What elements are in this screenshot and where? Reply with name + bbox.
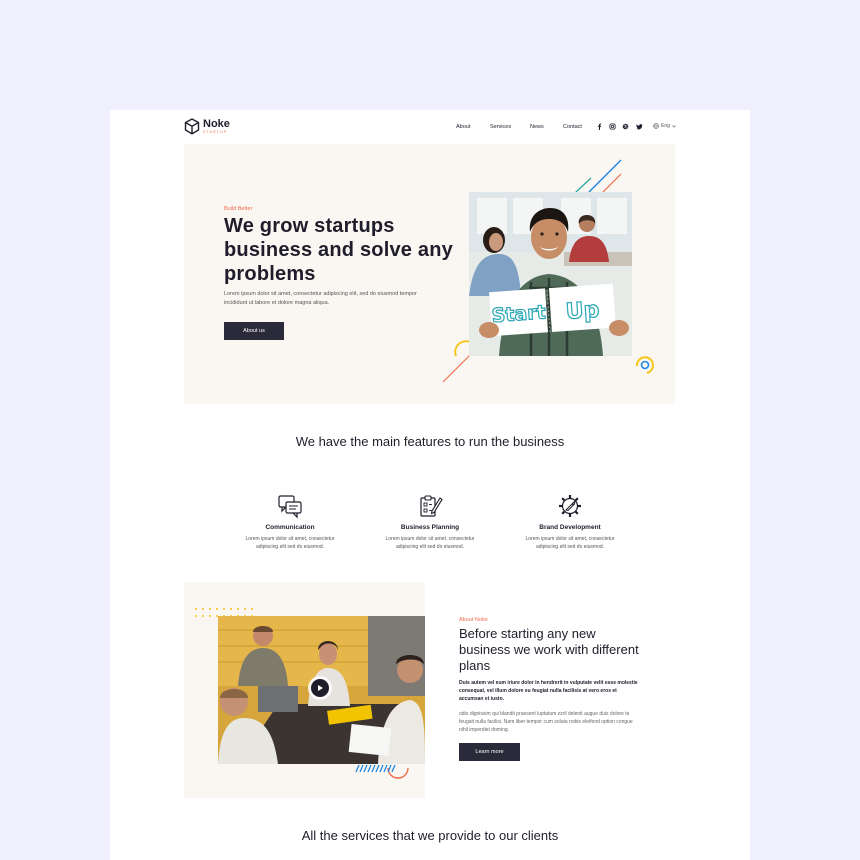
feature-text: Lorem ipsum dolor sit amet, consectetur …	[385, 536, 475, 550]
play-video-button[interactable]	[308, 676, 332, 700]
site-header: Noke STARTUP About Services News Contact	[110, 110, 750, 144]
feature-title: Brand Development	[539, 524, 601, 531]
instagram-icon[interactable]	[609, 123, 616, 130]
feature-title: Business Planning	[400, 524, 460, 531]
decorative-ring	[635, 356, 654, 374]
about-paragraph-1: Duis autem vel eum iriure dolor in hendr…	[459, 680, 638, 702]
twitter-icon[interactable]	[636, 123, 643, 130]
learn-more-button[interactable]: Learn more	[459, 743, 520, 761]
sign-start-text: Start	[491, 301, 546, 327]
hero-eyebrow: Build Better	[224, 206, 253, 212]
feature-business-planning: Business Planning Lorem ipsum dolor sit …	[370, 493, 490, 551]
feature-text: Lorem ipsum dolor sit amet, consectetur …	[245, 536, 335, 550]
brand-name: Noke	[203, 117, 230, 130]
facebook-icon[interactable]	[596, 123, 603, 130]
about-title: Before starting any new business we work…	[459, 626, 639, 673]
hero-photo: Start Up	[469, 192, 632, 356]
cube-logo-icon	[184, 118, 200, 135]
planning-icon	[420, 495, 443, 517]
language-label: Eng	[661, 123, 670, 129]
hero-description: Lorem ipsum dolor sit amet, consectetur …	[224, 291, 417, 306]
hero-title: We grow startups business and solve any …	[224, 215, 453, 285]
feature-communication: Communication Lorem ipsum dolor sit amet…	[230, 493, 350, 551]
nav-news[interactable]: News	[530, 124, 544, 130]
brand-tagline: STARTUP	[203, 129, 228, 134]
nav-about[interactable]: About	[456, 124, 470, 130]
language-selector[interactable]: Eng	[653, 123, 676, 129]
nav-contact[interactable]: Contact	[563, 124, 582, 130]
landing-page: Noke STARTUP About Services News Contact	[110, 110, 750, 860]
globe-icon	[653, 123, 659, 129]
about-paragraph-2: odio dignissim qui blandit praesent lupt…	[459, 711, 633, 733]
chat-bubbles-icon	[278, 495, 302, 519]
hero-section: Build Better We grow startups business a…	[184, 144, 675, 404]
sign-up-text: Up	[565, 298, 600, 325]
gear-rocket-icon	[559, 495, 581, 517]
startup-person-illustration: Start Up	[469, 192, 632, 356]
feature-title: Communication	[265, 524, 315, 531]
about-us-button[interactable]: About us	[224, 322, 284, 340]
decorative-stripes	[355, 764, 409, 779]
feature-brand-development: Brand Development Lorem ipsum dolor sit …	[510, 493, 630, 551]
services-title: All the services that we provide to our …	[301, 828, 559, 843]
about-eyebrow: About Noke	[459, 617, 488, 623]
features-title: We have the main features to run the bus…	[295, 434, 565, 449]
logo[interactable]: Noke STARTUP	[184, 118, 230, 135]
decorative-lines-top	[574, 159, 622, 194]
nav-services[interactable]: Services	[490, 124, 511, 130]
play-icon	[318, 685, 323, 691]
feature-text: Lorem ipsum dolor sit amet, consectetur …	[525, 536, 615, 550]
chevron-down-icon	[672, 124, 676, 128]
dribbble-icon[interactable]	[622, 123, 629, 130]
